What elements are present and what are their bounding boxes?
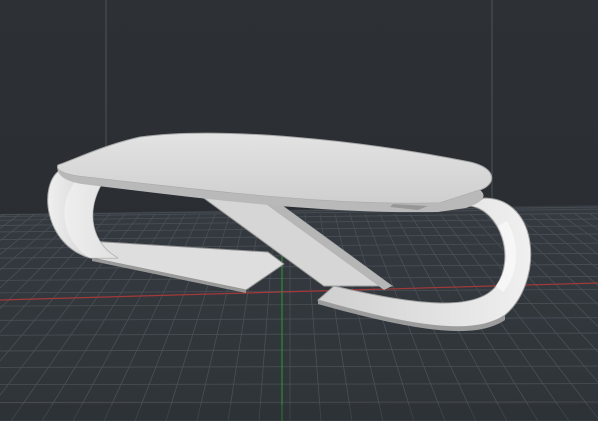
3d-viewport[interactable] (0, 0, 598, 421)
model-top-plate (56, 132, 492, 204)
